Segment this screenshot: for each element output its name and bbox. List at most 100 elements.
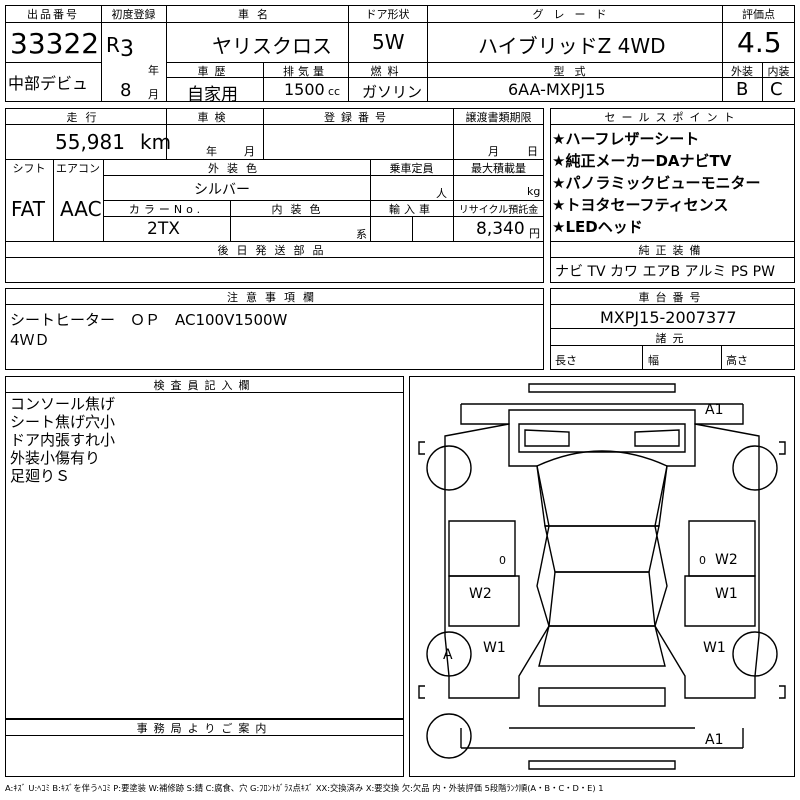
spare-wheel [426,713,472,759]
inspection-label: 車検 [197,111,232,124]
taillight [538,687,666,707]
reg-month: 8 [120,80,132,101]
front-grille [518,423,686,453]
lot-no-label: 出品番号 [27,8,79,21]
year-unit: 年 [148,64,159,77]
displacement-label: 排気量 [283,65,328,78]
wheel-front-left [426,445,472,491]
capacity-unit: 人 [436,187,447,200]
cabin [548,571,656,627]
mark-left-rear-small: 0 [499,554,506,567]
fuel: ガソリン [362,83,423,101]
ac-label: エアコン [56,162,100,175]
sales-item: ★ハーフレザーシート [552,130,700,148]
lot-no: 33322 [10,27,100,60]
model-code: 6AA-MXPJ15 [508,80,606,99]
era: R [106,33,120,57]
notes-label: 注意事項欄 [227,291,322,304]
office-label: 事務局よりご案内 [136,722,273,735]
front-bumper [460,403,744,425]
grade: ハイブリッドZ 4WD [478,34,666,58]
roof [536,450,668,527]
mark-left-front-door: W2 [469,586,492,602]
door-type: 5W [372,30,405,54]
load-unit: kg [527,185,541,198]
debut-label: 中部デビュ [8,74,89,93]
rear-window [538,625,666,667]
color-no-label: カラーNo. [128,203,205,216]
displacement: 1500 [284,80,325,99]
inspection-year-unit: 年 [206,145,217,158]
inspection-month-unit: 月 [244,145,255,158]
mark-right-front-door: W1 [715,586,738,602]
inspector-line: コンソール焦げ [10,395,116,413]
ext-color: シルバー [194,182,250,198]
color-no: 2TX [147,219,180,239]
inspector-line: 足廻りＳ [10,467,71,485]
chassis-label: 車台番号 [638,291,707,304]
car-name-label: 車名 [238,8,276,21]
chassis-value: MXPJ15-2007377 [600,308,737,327]
inspector-text: コンソール焦げ シート焦げ穴小 ドア内張すれ小 外装小傷有り 足廻りＳ [10,395,115,485]
mark-right-rear-door: W2 [715,552,738,568]
notes-line: 4ＷＤ [10,331,50,349]
sales-item: ★パノラミックビューモニター [552,174,761,192]
transfer-month-unit: 月 [488,145,499,158]
score: 4.5 [737,26,782,59]
mark-rear-bottom: A1 [705,732,723,748]
later-label: 後日発送部品 [217,244,332,257]
ac: AAC [60,197,102,221]
equipment-label: 純正装備 [638,244,707,257]
mark-right-front-fender: W1 [703,640,726,656]
sales-label: セールスポイント [604,111,741,124]
history-label: 車歴 [197,65,232,78]
mark-front-top: A1 [705,402,723,418]
ext-color-label: 外装色 [208,162,265,175]
mileage: 55,981 [55,130,125,154]
sales-item: ★トヨタセーフティセンス [552,196,729,214]
exterior-label: 外装 [731,65,753,78]
diagram-line [528,383,676,393]
reg-year: 3 [120,37,134,62]
equipment-value: ナビ TV カワ エアB アルミ PS PW [555,264,775,280]
length-label: 長さ [555,354,577,367]
grade-label: グレード [532,8,617,21]
sales-item: ★LEDヘッド [552,218,643,236]
recycle-unit: 円 [529,227,540,240]
sales-item: ★純正メーカーDAナビTV [552,152,732,170]
first-reg-label: 初度登録 [111,8,156,21]
left-front-door [448,520,516,577]
score-label: 評価点 [742,8,775,21]
month-unit: 月 [148,88,159,101]
int-color-unit: 系 [356,228,367,241]
height-label: 高さ [726,354,748,367]
notes-line: シートヒーター ＯＰ AC100V1500W [10,311,288,329]
headlight-right [634,429,680,447]
diagram-line [528,760,676,770]
legend: A:ｷｽﾞ U:ﾍｺﾐ B:ｷｽﾞを伴うﾍｺﾐ P:要塗装 W:補修跡 S:錆 … [5,783,604,793]
rear-bumper [460,727,744,749]
sales-list: ★ハーフレザーシート ★純正メーカーDAナビTV ★パノラミックビューモニター … [552,128,760,238]
shift: FAT [11,197,46,221]
load-label: 最大積載量 [471,162,526,175]
capacity-label: 乗車定員 [389,162,434,175]
mileage-unit: km [140,130,172,154]
mark-right-rear-small: 0 [699,554,706,567]
mark-front-left-wheel: A [443,647,453,663]
width-label: 幅 [648,354,659,367]
body-outline [654,423,760,699]
transfer-label: 譲渡書類期限 [465,111,532,124]
interior-grade: C [770,79,783,100]
model-label: 型式 [553,65,596,78]
interior-label: 内装 [767,65,790,78]
displacement-unit: cc [328,85,341,98]
inspector-line: 外装小傷有り [10,449,101,467]
inspector-label: 検査員記入欄 [153,379,256,392]
recycle-label: リサイクル預託金 [458,205,539,216]
import-label: 輸入車 [389,203,434,216]
transfer-day-unit: 日 [527,145,538,158]
int-color-label: 内装色 [271,203,329,216]
reg-no-label: 登録番号 [324,111,392,124]
history: 自家用 [187,85,238,105]
notes-text: シートヒーター ＯＰ AC100V1500W 4ＷＤ [10,310,287,350]
